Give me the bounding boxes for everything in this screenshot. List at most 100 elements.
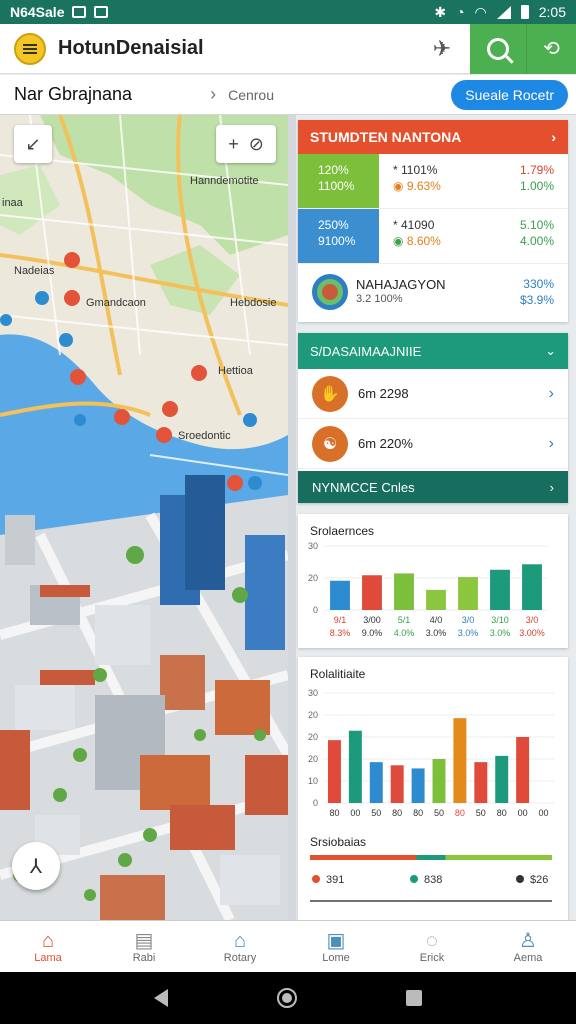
y-tick-label: 0 [313,605,318,615]
bar [458,577,478,610]
flight-button[interactable]: ✈ [414,24,470,74]
list-item[interactable]: ☯ 6m 220% › [298,419,568,469]
x-tick-label: 50 [371,808,381,818]
right-value: 1.79% [519,163,554,177]
bottom-nav: ⌂ Lama ▤ Rabi ⌂ Rotary ▣ Lome ◌ Erick ♙ … [0,920,576,972]
status-bar: N64Sale ✱ ◔ ◠ 2:05 [0,0,576,24]
nav-label: Aema [513,951,543,964]
chart-panel-one: Srolaernces 30 20 0 9/1 8.3% 3/00 9.0% 5/1 4.0% 4… [298,514,568,648]
list-header[interactable]: S/DASAIMAAJNIIE ⌄ [298,333,568,369]
footer-title: NAHAJAGYON [356,277,446,292]
share-icon: ⟲ [543,38,560,60]
chevron-right-icon: › [548,434,554,452]
list-panel: S/DASAIMAAJNIIE ⌄ ✋ 6m 2298 › ☯ 6m 220% … [298,333,568,503]
compass-icon: ↙ [25,133,41,154]
locate-icon[interactable]: ⊘ [249,134,264,155]
list-footer-label: NYNMCCE Cnles [312,479,415,495]
search-nearby-button[interactable]: Sueale Rocetr [451,79,568,110]
nav-item-person[interactable]: ♙ Aema [480,921,576,972]
bar [495,755,509,803]
x-tick-label: 4/0 [430,615,443,625]
stats-mid: * 41090 ◉ 8.60% [379,209,498,263]
mid-value: * 1101% [393,163,438,177]
alarm-icon: ◔ [456,4,465,20]
mid-value: 8.60% [406,234,441,248]
x-tick-label: 80 [413,808,423,818]
bar [327,740,341,803]
stats-mid: * 1101% ◉ 9.63% [379,154,498,208]
split-handle[interactable] [288,115,296,920]
location-bar: Nar Gbrajnana › Cenrou Sueale Rocetr [0,75,576,115]
location-sub[interactable]: Cenrou [228,87,274,103]
map-label: Hettioa [218,365,253,377]
app-title: HotunDenaisial [58,37,204,59]
compass-button[interactable]: ↙ [14,125,52,163]
nav-item-building[interactable]: ⌂ Rotary [192,921,288,972]
stats-row[interactable]: 250% 9100% * 41090 ◉ 8.60% 5.10% 4.00% [298,209,568,264]
list-footer[interactable]: NYNMCCE Cnles › [298,471,568,503]
back-icon[interactable] [154,989,169,1007]
menu-icon [23,47,37,50]
bar [516,737,530,803]
map-label: Gmandcaon [86,297,146,309]
footer-value: 330% [523,277,554,291]
x-tick-label: 3/0 [462,615,475,625]
stats-header[interactable]: STUMDTEN NANTONA › [298,120,568,154]
legend-label: 391 [326,874,344,886]
chevron-down-icon[interactable]: ⌄ [545,343,556,359]
footer-sub: 3.2 100% [356,293,403,305]
list-title: S/DASAIMAAJNIIE [310,343,422,359]
nav-item-package[interactable]: ▤ Rabi [96,921,192,972]
map-label: Nadeias [14,265,55,277]
segment-title: Srsiobaias [310,835,367,849]
home-button-icon[interactable] [276,988,297,1008]
menu-button[interactable] [14,32,46,65]
tile-value: 9100% [318,234,356,248]
segment-bar: 391 838 $26 [310,855,552,902]
bar [474,762,488,803]
y-tick-label: 0 [313,798,318,808]
location-name: Nar Gbrajnana [14,84,133,104]
stats-footer[interactable]: NAHAJAGYON 3.2 100% 330% $3.9% [298,264,568,320]
home-icon: ⌂ [41,929,55,952]
nav-label: Rotary [223,951,257,964]
chat-icon: ◌ [426,929,438,952]
list-item[interactable]: ✋ 6m 2298 › [298,369,568,419]
stats-tile: 250% 9100% [298,209,379,263]
chart-title: Srolaernces [310,524,375,538]
y-tick-label: 20 [308,573,318,583]
bar [490,569,510,610]
bar [330,580,350,610]
data-label: 4.0% [394,628,415,638]
chevron-right-icon[interactable]: › [210,84,216,105]
map-label: Sroedontic [178,430,231,442]
x-tick-label: 50 [434,808,444,818]
x-tick-label: 9/1 [334,615,347,625]
checkbox-icon [516,875,524,883]
bar [522,564,542,610]
chart-panel-two: Rolalitiaite 30 20 20 20 10 0 80 00 50 80 80 50 80 50… [298,657,568,920]
nav-item-home[interactable]: ⌂ Lama [0,921,96,972]
chevron-right-icon: › [549,479,554,495]
map-label: Hebdosie [230,297,277,309]
zoom-in-button[interactable]: + [228,134,239,155]
recents-icon[interactable] [405,990,422,1006]
donut-chart-icon [312,274,348,310]
search-button[interactable] [470,23,526,74]
nav-label: Lama [34,951,62,964]
share-button[interactable]: ⟲ [526,23,576,74]
stats-title: STUMDTEN NANTONA [310,129,462,145]
bluetooth-icon: ✱ [434,3,447,20]
nav-item-box[interactable]: ▣ Lome [288,921,384,972]
chevron-right-icon[interactable]: › [551,129,556,145]
signal-icon [496,5,511,19]
map-canvas [0,115,288,920]
stats-row[interactable]: 120% 1100% * 1101% ◉ 9.63% 1.79% 1.00% [298,154,568,209]
route-button[interactable]: ⅄ [12,842,60,890]
nav-label: Lome [322,951,350,964]
meditation-icon: ☯ [312,425,348,462]
nav-item-chat[interactable]: ◌ Erick [384,921,480,972]
zoom-controls[interactable]: + ⊘ [216,125,276,163]
tile-value: 250% [318,218,349,232]
map-view[interactable]: ↙ + ⊘ Hanndemotite inaa Nadeias Gmandcao… [0,115,288,920]
